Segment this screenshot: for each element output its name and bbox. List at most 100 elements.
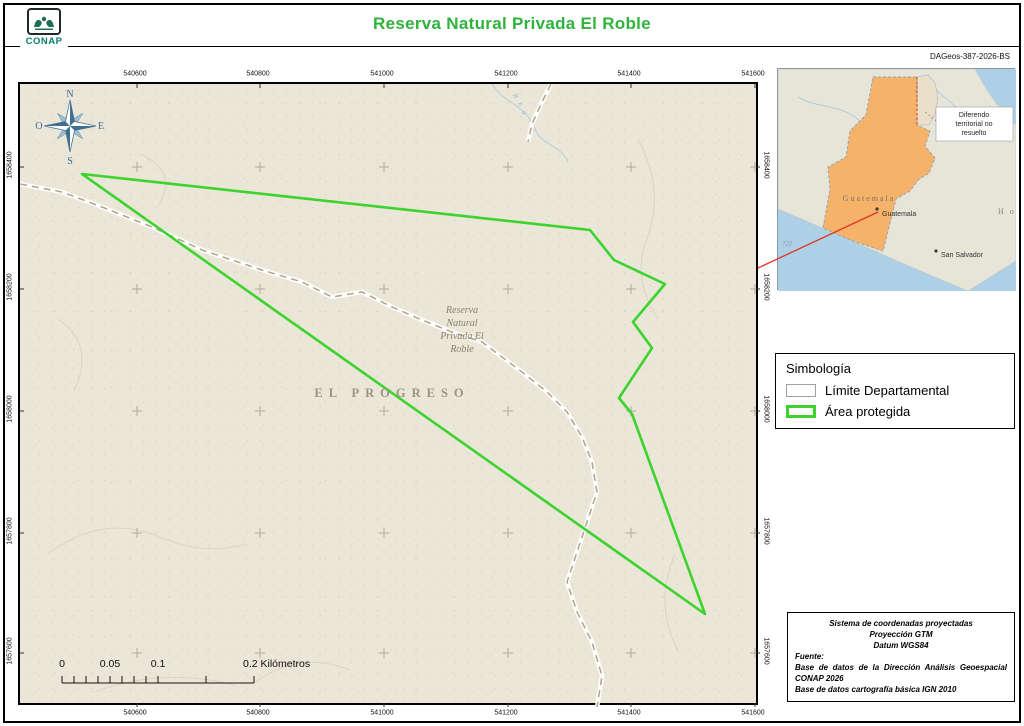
grid-label-left: 1658200 <box>6 273 14 301</box>
credits-line: Base de datos de la Dirección Análisis G… <box>795 663 1007 683</box>
header-divider <box>5 46 1019 47</box>
contour-line <box>47 527 248 555</box>
credits-line: Datum WGS84 <box>873 641 929 650</box>
credits-line: Proyección GTM <box>869 630 933 639</box>
grid-cross <box>503 284 513 294</box>
grid-cross <box>132 406 142 416</box>
legend-item-protected: Área protegida <box>786 404 1004 419</box>
conap-logo-text: CONAP <box>25 36 63 47</box>
contour-line <box>637 138 659 320</box>
scale-number: 0 <box>59 658 65 670</box>
grid-label-top: 541000 <box>370 70 394 78</box>
grid-cross <box>379 648 389 658</box>
grid-cross <box>132 648 142 658</box>
reserve-name-line: Roble <box>450 344 474 355</box>
main-map: N E S O Reserva Natural Privada El Roble… <box>18 82 760 707</box>
legend-panel: Simbología Límite Departamental Área pro… <box>775 353 1015 429</box>
compass-west-label: O <box>35 121 42 132</box>
grid-cross <box>626 162 636 172</box>
reserve-name-line: Natural <box>446 318 478 329</box>
scale-number: 0.2 Kilómetros <box>243 658 311 670</box>
country-fragment: H o <box>998 207 1016 216</box>
grid-cross <box>379 162 389 172</box>
credits-line: Base de datos cartografía básica IGN 201… <box>795 685 957 694</box>
grid-cross <box>503 528 513 538</box>
grid-cross <box>255 528 265 538</box>
grid-label-bottom: 541400 <box>617 709 641 717</box>
contour-line <box>664 553 680 653</box>
credits-panel: Sistema de coordenadas proyectadas Proye… <box>787 612 1015 702</box>
scale-bar-numbers: 0 0.05 0.1 0.2 Kilómetros <box>59 658 360 672</box>
legend-title: Simbología <box>786 361 852 376</box>
grid-label-left: 1658400 <box>6 151 14 179</box>
grid-cross <box>255 162 265 172</box>
city-dot <box>934 249 938 253</box>
road-dashed <box>20 183 603 707</box>
grid-label-right: 1658400 <box>762 151 770 179</box>
city-label: Guatemala <box>882 211 916 218</box>
grid-cross <box>255 648 265 658</box>
grid-cross <box>379 406 389 416</box>
contour-line <box>57 318 83 392</box>
map-document-page: CONAP Reserva Natural Privada El Roble D… <box>0 0 1024 726</box>
grid-label-bottom: 541000 <box>370 709 394 717</box>
note-line: Diferendo <box>959 112 989 119</box>
grid-label-left: 1658000 <box>6 395 14 423</box>
credits-line: Sistema de coordenadas proyectadas <box>829 619 973 628</box>
grid-label-right: 1657800 <box>762 517 770 545</box>
grid-label-bottom: 540600 <box>123 709 147 717</box>
conap-logo-icon <box>27 8 61 35</box>
inset-canvas: Diferendo territorial no resuelto G u a … <box>777 68 1017 292</box>
grid-cross <box>503 648 513 658</box>
grid-label-left: 1657600 <box>6 637 14 665</box>
grid-label-left: 1657800 <box>6 517 14 545</box>
legend-item-label: Área protegida <box>825 404 911 419</box>
document-code: DAGeos-387-2026-BS <box>929 52 1010 61</box>
grid-cross <box>626 648 636 658</box>
compass-east-label: E <box>98 121 104 132</box>
road-casing <box>525 84 554 143</box>
scale-bar: 0 0.05 0.1 0.2 Kilómetros <box>59 658 360 690</box>
grid-label-top: 541200 <box>494 70 518 78</box>
grid-cross <box>626 528 636 538</box>
grid-label-bottom: 541200 <box>494 709 518 717</box>
scale-bar-ticks <box>61 676 255 684</box>
reserve-name-line: Reserva <box>445 305 479 316</box>
grid-label-top: 541400 <box>617 70 641 78</box>
grid-label-top: 540600 <box>123 70 147 78</box>
grid-cross <box>379 284 389 294</box>
reserve-name-label: Reserva Natural Privada El Roble <box>420 304 504 356</box>
conap-logo: CONAP <box>20 8 68 47</box>
road-casing <box>20 181 605 707</box>
map-title: Reserva Natural Privada El Roble <box>373 14 651 33</box>
city-label: San Salvador <box>941 252 984 259</box>
departmental-boundary-swatch <box>786 384 816 397</box>
protected-area-swatch <box>786 405 816 418</box>
grid-cross <box>132 162 142 172</box>
reserve-name-line: Privada El <box>440 331 484 342</box>
department-label: EL PROGRESO <box>314 386 470 400</box>
grid-label-bottom: 540800 <box>246 709 270 717</box>
note-line: resuelto <box>962 130 987 137</box>
compass-north-label: N <box>66 89 73 100</box>
grid-cross <box>379 528 389 538</box>
grid-cross <box>255 284 265 294</box>
legend-item-departmental: Límite Departamental <box>786 383 1004 398</box>
compass-south-label: S <box>67 156 73 166</box>
road-number-fragment: 721 <box>782 240 793 248</box>
country-label: G u a t e m a l a <box>843 194 894 203</box>
city-dot <box>875 207 879 211</box>
grid-cross <box>503 406 513 416</box>
grid-cross <box>503 162 513 172</box>
scale-number: 0.05 <box>99 658 121 670</box>
grid-label-right: 1657600 <box>762 637 770 665</box>
grid-cross <box>626 284 636 294</box>
grid-label-top: 540800 <box>246 70 270 78</box>
compass-rose-icon: N E S O <box>35 89 104 166</box>
grid-label-bottom: 541600 <box>741 709 765 717</box>
credits-line: Fuente: <box>795 652 824 661</box>
grid-label-right: 1658200 <box>762 273 770 301</box>
scale-number: 0.1 <box>150 658 166 670</box>
grid-label-top: 541600 <box>741 70 765 78</box>
note-line: territorial no <box>956 121 993 128</box>
